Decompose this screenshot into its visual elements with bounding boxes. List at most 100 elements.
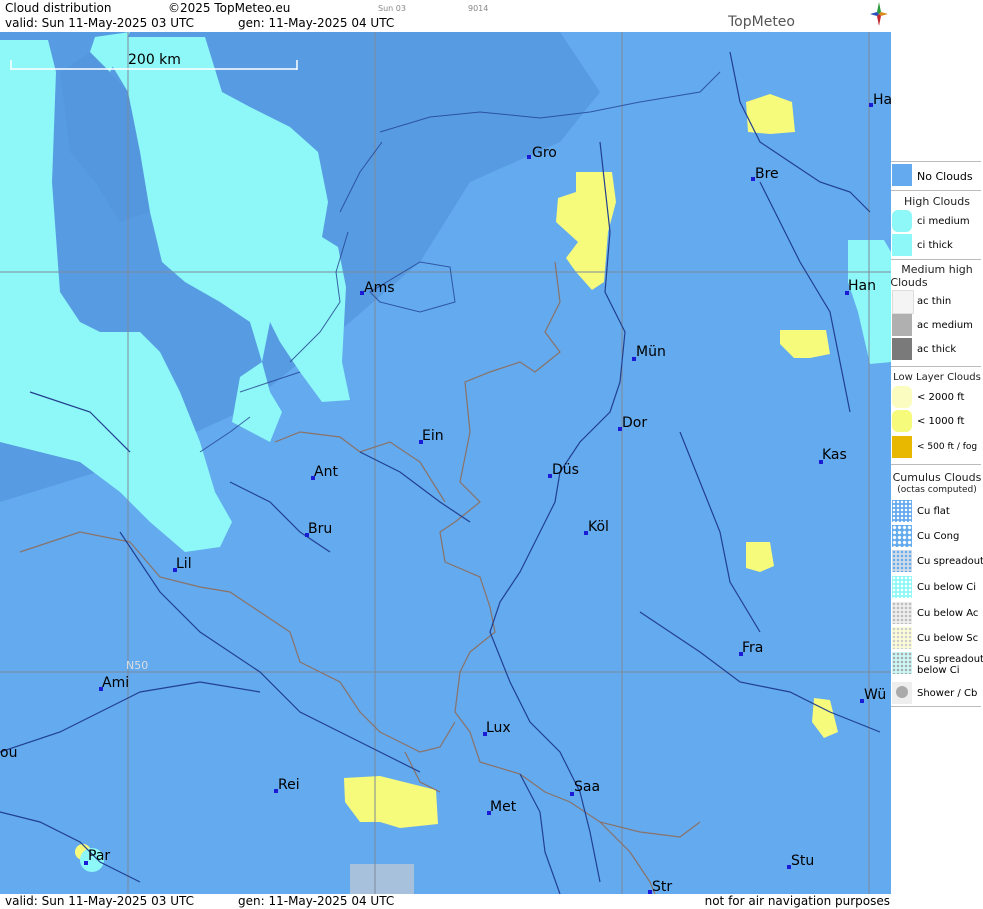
topmeteo-logo: TopMeteo (728, 14, 795, 30)
city-label: Ein (422, 428, 444, 444)
footer-generated-time: gen: 11-May-2025 04 UTC (238, 894, 395, 908)
city-label: Bru (308, 521, 332, 537)
legend-label: below Ci (917, 665, 960, 676)
city-label: Saa (574, 779, 600, 795)
legend-heading-low: Low Layer Clouds (893, 372, 981, 383)
legend-heading-cumulus: Cumulus Clouds (892, 471, 982, 484)
legend-ac-thick: ac thick (891, 338, 983, 362)
city-label: Par (88, 848, 110, 864)
city-label: Köl (588, 519, 609, 535)
legend-heading-high: High Clouds (904, 195, 970, 208)
ci-thick-swatch (892, 234, 912, 256)
legend-label: Cu spreadout (917, 556, 983, 567)
valid-time: valid: Sun 11-May-2025 03 UTC (5, 16, 194, 30)
city-label: Gro (532, 145, 557, 161)
city-label: Bre (755, 166, 779, 182)
ac-thin-swatch (892, 290, 914, 314)
legend-divider (891, 259, 981, 260)
legend-label: < 1000 ft (917, 416, 965, 427)
city-label: Düs (552, 462, 579, 478)
cu-spreadout-patch (350, 864, 414, 894)
legend-cu-flat: Cu flat (891, 500, 983, 524)
disclaimer: not for air navigation purposes (704, 894, 890, 908)
ac-medium-swatch (892, 314, 912, 336)
legend-low-500: < 500 ft / fog (891, 436, 983, 460)
ac-thick-swatch (892, 338, 912, 360)
city-label: Lux (486, 720, 511, 736)
city-label: Ha (873, 92, 891, 108)
legend-label: Cu flat (917, 506, 950, 517)
shower-swatch (892, 682, 912, 704)
legend-cu-below-ci: Cu below Ci (891, 576, 983, 600)
legend-label: No Clouds (917, 170, 973, 183)
legend-divider (891, 464, 981, 465)
legend-no-clouds: No Clouds (891, 164, 983, 188)
cu-flat-swatch (892, 500, 912, 522)
legend-label: ci medium (917, 216, 970, 227)
ci-medium-swatch (892, 210, 912, 232)
low-500-swatch (892, 436, 912, 458)
city-label: ou (0, 745, 17, 761)
cu-cong-swatch (892, 525, 912, 547)
legend-ci-medium: ci medium (891, 210, 983, 234)
legend-ci-thick: ci thick (891, 234, 983, 258)
legend-panel: No Clouds High Clouds ci medium ci thick… (890, 0, 983, 909)
scale-label: 200 km (128, 52, 181, 68)
legend-label: Cu Cong (917, 531, 960, 542)
city-label: Kas (822, 447, 847, 463)
legend-ac-thin: ac thin (891, 290, 983, 314)
legend-ac-medium: ac medium (891, 314, 983, 338)
cu-spread-below-ci-swatch (892, 652, 912, 674)
footer-valid-time: valid: Sun 11-May-2025 03 UTC (5, 894, 194, 908)
run-day: Sun 03 (378, 4, 406, 13)
legend-label: Cu below Ci (917, 582, 977, 593)
city-label: Lil (176, 556, 192, 572)
city-label: Ami (102, 675, 129, 691)
city-label: Wü (864, 687, 886, 703)
legend-label: < 2000 ft (917, 392, 965, 403)
city-label: Mün (636, 344, 666, 360)
cu-below-ac-swatch (892, 602, 912, 624)
legend-heading-medium-2: Clouds (890, 276, 928, 289)
legend-cu-spreadout: Cu spreadout (891, 550, 983, 574)
cu-below-ci-swatch (892, 576, 912, 598)
city-label: Fra (742, 640, 763, 656)
legend-heading-medium: Medium high (901, 263, 973, 276)
city-marker (527, 155, 531, 159)
map-footer: valid: Sun 11-May-2025 03 UTC gen: 11-Ma… (0, 894, 891, 909)
generated-time: gen: 11-May-2025 04 UTC (238, 16, 395, 30)
copyright: ©2025 TopMeteo.eu (168, 1, 291, 15)
legend-low-2000: < 2000 ft (891, 386, 983, 410)
legend-label: ac thin (917, 296, 952, 307)
legend-label: < 500 ft / fog (917, 442, 978, 452)
legend-label: ac medium (917, 320, 973, 331)
legend-label: ac thick (917, 344, 957, 355)
legend-low-1000: < 1000 ft (891, 410, 983, 434)
city-label: Ams (364, 280, 395, 296)
legend-divider (891, 706, 981, 707)
legend-label: ci thick (917, 240, 953, 251)
legend-divider (891, 366, 981, 367)
cu-below-sc-swatch (892, 627, 912, 649)
legend-label: Shower / Cb (917, 688, 978, 699)
compass-star-icon (870, 2, 888, 26)
cu-spreadout-swatch (892, 550, 912, 572)
no-clouds-swatch (892, 164, 912, 186)
city-label: Dor (622, 415, 647, 431)
map-header: Cloud distribution ©2025 TopMeteo.eu Sun… (0, 0, 891, 32)
legend-cu-spread-below-ci: Cu spreadout below Ci (891, 652, 983, 680)
legend-cu-below-ac: Cu below Ac (891, 602, 983, 626)
city-label: Met (490, 799, 517, 815)
city-label: Ant (314, 464, 338, 480)
legend-cu-below-sc: Cu below Sc (891, 627, 983, 651)
run-code: 9014 (468, 4, 489, 13)
legend-label: Cu below Ac (917, 608, 979, 619)
city-label: Stu (791, 853, 814, 869)
cloud-map[interactable]: 200 km N50 Gro Bre Ha Ams Han Mün Dor Ei… (0, 32, 891, 894)
latitude-label: N50 (126, 659, 148, 672)
low-1000-swatch (892, 410, 912, 432)
map-title: Cloud distribution (5, 1, 112, 15)
city-label: Str (652, 879, 672, 894)
city-label: Rei (278, 777, 300, 793)
legend-label: Cu below Sc (917, 633, 979, 644)
